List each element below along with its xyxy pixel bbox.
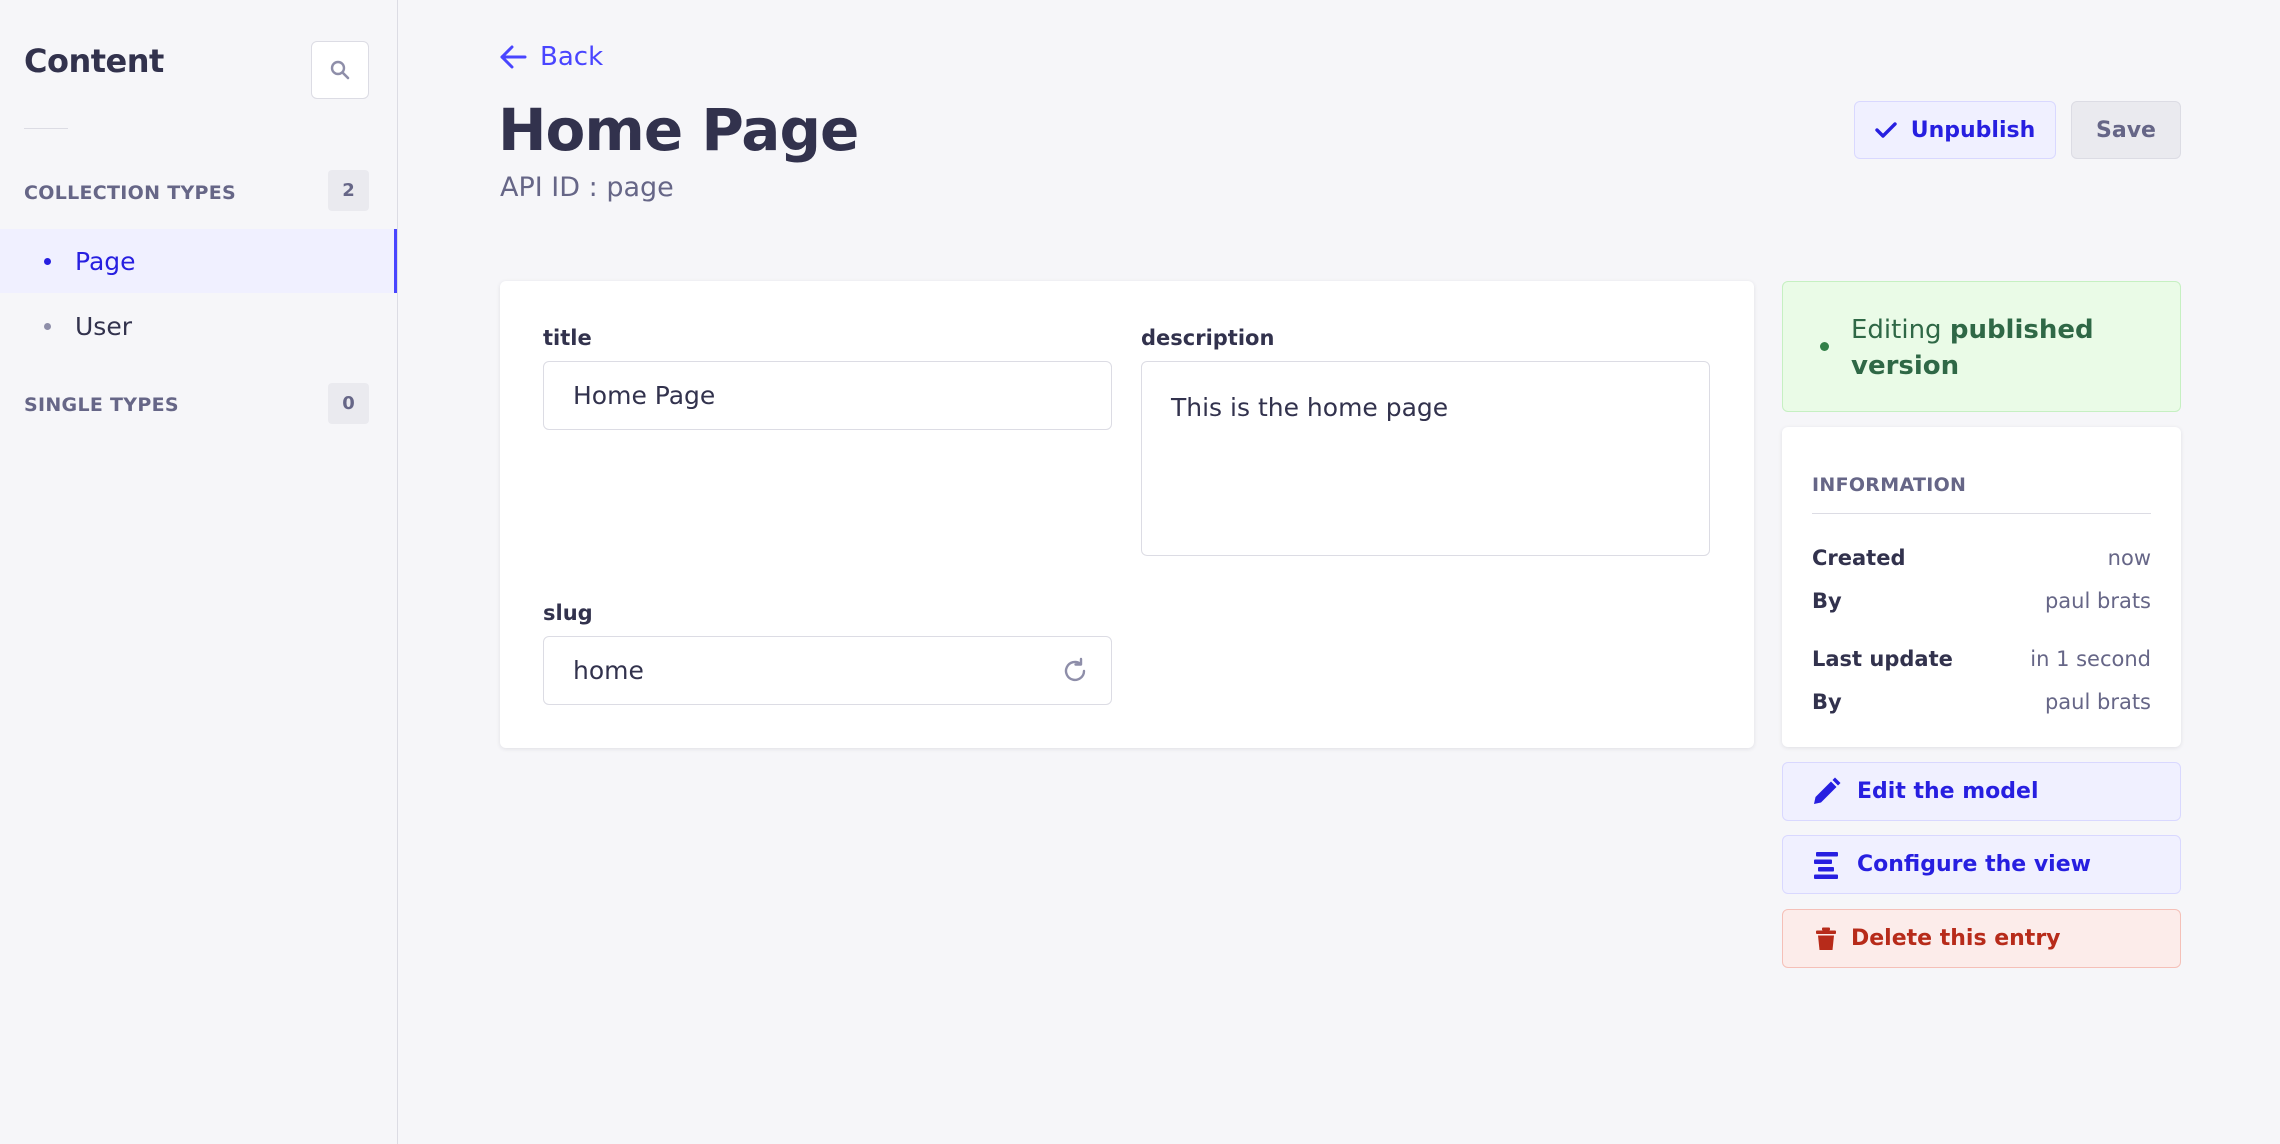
info-value: in 1 second [2030,647,2151,671]
content-sidebar: Content COLLECTION TYPES 2 Page User SIN… [0,0,398,1144]
sidebar-item-user[interactable]: User [0,294,397,358]
configure-view-button[interactable]: Configure the view [1782,835,2181,894]
sidebar-divider [24,128,68,129]
back-link[interactable]: Back [498,42,603,72]
title-field-label: title [543,326,592,350]
status-prefix: Editing [1851,315,1942,345]
info-row-last-update: Last update in 1 second [1812,647,2151,671]
section-single-types-label: SINGLE TYPES [24,394,179,416]
refresh-icon [1064,657,1086,681]
back-label: Back [540,42,604,72]
information-divider [1812,513,2151,514]
single-types-count-badge: 0 [328,383,369,424]
sidebar-item-page[interactable]: Page [0,229,397,293]
edit-form-card: title Home Page description This is the … [500,281,1754,748]
slug-field-label: slug [543,601,593,625]
info-key: By [1812,589,1842,613]
status-text: Editing published version [1851,312,2151,384]
delete-entry-label: Delete this entry [1851,926,2061,951]
description-textarea[interactable]: This is the home page [1141,361,1710,556]
title-input-value: Home Page [573,381,716,410]
arrow-left-icon [500,45,527,69]
unpublish-button[interactable]: Unpublish [1854,101,2056,159]
bullet-icon [44,257,51,265]
information-title: INFORMATION [1812,474,1967,496]
app-root: Content COLLECTION TYPES 2 Page User SIN… [0,0,2280,1144]
info-key: Last update [1812,647,1953,671]
layout-lines-icon [1814,851,1838,879]
info-row-updated-by: By paul brats [1812,690,2151,714]
page-title: Home Page [498,96,859,164]
edit-model-button[interactable]: Edit the model [1782,762,2181,821]
info-row-created-by: By paul brats [1812,589,2151,613]
bullet-icon [44,322,51,330]
pencil-icon [1814,777,1841,804]
description-field-label: description [1141,326,1275,350]
info-key: Created [1812,546,1906,570]
api-id-subtitle: API ID : page [500,172,674,203]
regenerate-slug-button[interactable] [1061,657,1089,685]
check-icon [1875,122,1897,138]
save-label: Save [2096,117,2156,143]
info-row-created: Created now [1812,546,2151,570]
save-button[interactable]: Save [2071,101,2181,159]
trash-icon [1816,927,1836,950]
description-textarea-value: This is the home page [1171,393,1449,422]
search-icon [330,60,350,80]
sidebar-title: Content [24,42,164,80]
slug-input[interactable]: home [543,636,1112,705]
status-dot-icon [1820,342,1829,351]
collection-types-count-badge: 2 [328,170,369,211]
info-value: paul brats [2044,690,2151,714]
title-input[interactable]: Home Page [543,361,1112,430]
edit-model-label: Edit the model [1857,779,2039,804]
slug-input-value: home [573,656,644,685]
sidebar-item-label: User [75,311,132,341]
info-value: now [2107,546,2151,570]
delete-entry-button[interactable]: Delete this entry [1782,909,2181,968]
configure-view-label: Configure the view [1857,852,2091,877]
section-collection-types-label: COLLECTION TYPES [24,182,237,204]
publication-status-box: Editing published version [1782,281,2181,412]
unpublish-label: Unpublish [1910,117,2036,143]
sidebar-item-label: Page [75,246,136,276]
sidebar-search-button[interactable] [311,41,369,99]
info-value: paul brats [2044,589,2151,613]
info-key: By [1812,690,1842,714]
information-card: INFORMATION Created now By paul brats La… [1782,427,2181,747]
